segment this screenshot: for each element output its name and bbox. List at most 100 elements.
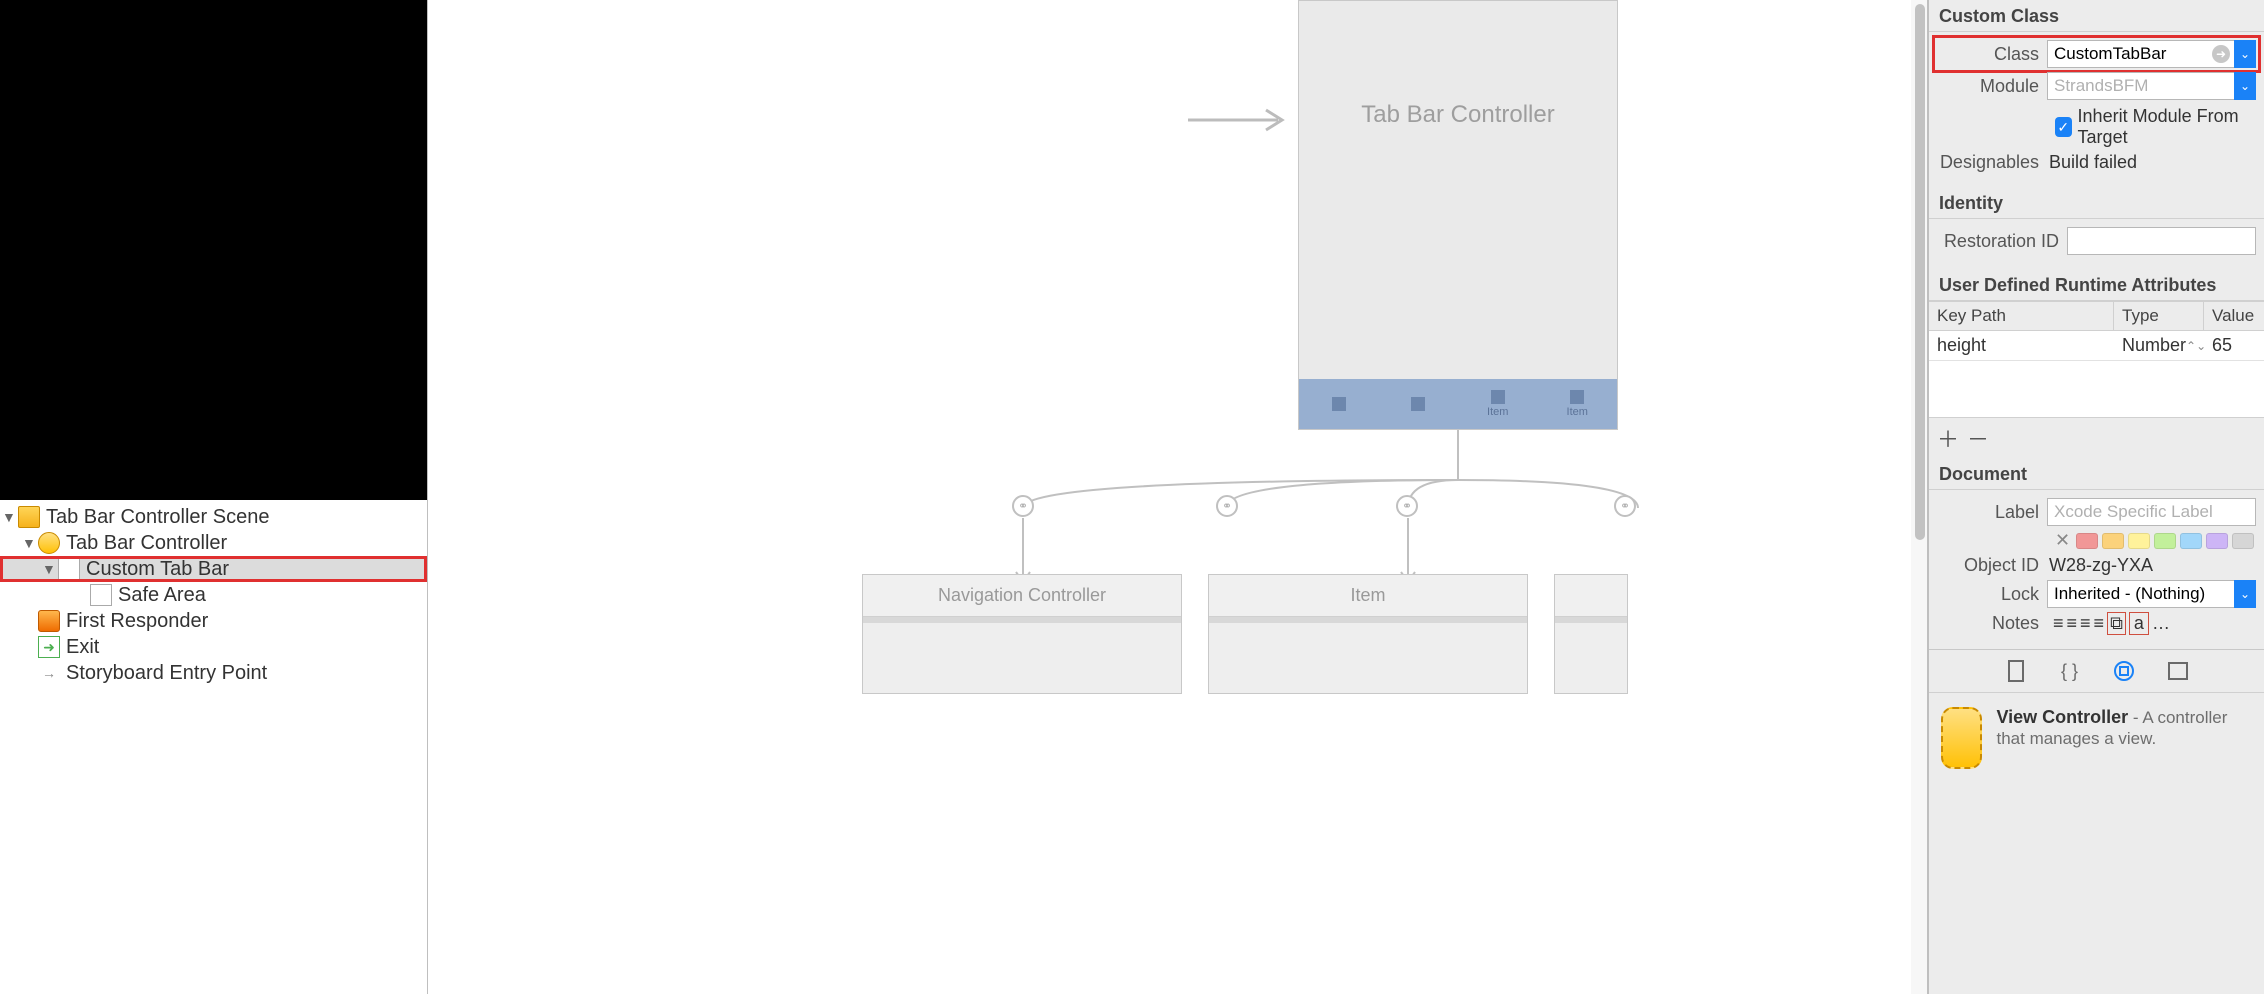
view-controller-icon: [1941, 707, 1982, 769]
module-input[interactable]: [2047, 72, 2256, 100]
child-controller-card[interactable]: Item: [1208, 574, 1528, 694]
scroll-thumb[interactable]: [1915, 4, 1925, 540]
scene-icon: [18, 506, 40, 528]
clear-icon[interactable]: ➜: [2212, 45, 2230, 63]
identity-inspector: Custom Class Class ➜ ⌄ Module ⌄ ✓ Inheri…: [1928, 0, 2264, 994]
tree-row-label: Custom Tab Bar: [86, 558, 229, 581]
label-color-chip[interactable]: [2180, 533, 2202, 549]
doc-label-label: Label: [1937, 502, 2047, 523]
safearea-icon: [90, 584, 112, 606]
restoration-id-input[interactable]: [2067, 227, 2256, 255]
label-color-chip[interactable]: [2128, 533, 2150, 549]
tree-row-label: Safe Area: [118, 584, 206, 607]
child-controller-card[interactable]: [1554, 574, 1628, 694]
image-icon[interactable]: ⧉: [2107, 612, 2126, 635]
label-color-chips: [2074, 533, 2256, 549]
canvas-scrollbar[interactable]: [1911, 0, 1927, 994]
restoration-id-label: Restoration ID: [1937, 231, 2067, 252]
font-icon[interactable]: a: [2129, 612, 2149, 635]
segue-node[interactable]: ⚭: [1012, 495, 1034, 517]
tree-row[interactable]: ▼ Tab Bar Controller: [0, 530, 427, 556]
doc-label-input[interactable]: [2047, 498, 2256, 526]
tab-bar-item[interactable]: [1379, 379, 1459, 429]
first-responder-icon: [38, 610, 60, 632]
card-title: Item: [1209, 575, 1527, 617]
tree-row-label: Storyboard Entry Point: [66, 662, 267, 685]
entry-arrow-icon: →: [38, 662, 60, 684]
add-attr-button[interactable]: ＋: [1937, 422, 1959, 454]
tab-item-icon: [1491, 390, 1505, 404]
segue-node[interactable]: ⚭: [1216, 495, 1238, 517]
tab-bar-item[interactable]: [1299, 379, 1379, 429]
library-item[interactable]: View Controller - A controller that mana…: [1929, 692, 2264, 783]
attr-type[interactable]: Number: [2122, 335, 2186, 356]
remove-attr-button[interactable]: －: [1967, 422, 1989, 454]
runtime-attr-row[interactable]: height Number⌃⌄ 65: [1929, 331, 2264, 361]
attr-value[interactable]: 65: [2204, 331, 2264, 360]
label-color-chip[interactable]: [2206, 533, 2228, 549]
tree-row[interactable]: ▼ Custom Tab Bar: [0, 556, 427, 582]
tree-row[interactable]: Safe Area: [0, 582, 427, 608]
label-color-chip[interactable]: [2232, 533, 2254, 549]
runtime-attrs-header: Key Path Type Value: [1929, 301, 2264, 331]
inherit-module-checkbox[interactable]: ✓: [2055, 117, 2072, 137]
notes-label: Notes: [1937, 613, 2047, 634]
exit-icon: ➜: [38, 636, 60, 658]
tab-item-label: Item: [1487, 406, 1508, 418]
object-id-label: Object ID: [1937, 555, 2047, 576]
designables-label: Designables: [1937, 152, 2047, 173]
more-icon[interactable]: …: [2152, 613, 2170, 634]
align-center-icon[interactable]: ≡: [2067, 613, 2078, 634]
storyboard-canvas[interactable]: Tab Bar Controller ItemItem ⚭ ⚭ ⚭ ⚭ Navi…: [428, 0, 1928, 994]
label-color-chip[interactable]: [2154, 533, 2176, 549]
label-color-chip[interactable]: [2102, 533, 2124, 549]
preview-pane: [0, 0, 427, 500]
label-color-chip[interactable]: [2076, 533, 2098, 549]
attr-keypath[interactable]: height: [1929, 331, 2114, 360]
media-library-tab[interactable]: [2165, 658, 2191, 684]
tab-bar-item[interactable]: Item: [1538, 379, 1618, 429]
section-document: Document: [1929, 458, 2264, 490]
align-left-icon[interactable]: ≡: [2053, 613, 2064, 634]
align-justify-icon[interactable]: ≡: [2094, 613, 2105, 634]
segue-node[interactable]: ⚭: [1396, 495, 1418, 517]
disclosure-triangle-icon[interactable]: ▼: [2, 509, 16, 525]
tree-row[interactable]: First Responder: [0, 608, 427, 634]
tabbar-controller-scene[interactable]: Tab Bar Controller ItemItem: [1298, 0, 1618, 430]
lock-select[interactable]: [2047, 580, 2256, 608]
tabbar-controller-icon: [38, 532, 60, 554]
tree-row[interactable]: → Storyboard Entry Point: [0, 660, 427, 686]
section-identity: Identity: [1929, 187, 2264, 219]
class-field-row: Class ➜ ⌄: [1937, 40, 2256, 68]
tab-item-label: Item: [1567, 406, 1588, 418]
disclosure-triangle-icon[interactable]: ▼: [22, 535, 36, 551]
tree-row-label: First Responder: [66, 610, 208, 633]
file-template-tab[interactable]: [2003, 658, 2029, 684]
notes-toolbar[interactable]: ≡ ≡ ≡ ≡ ⧉ a …: [2047, 612, 2256, 635]
scene-tree[interactable]: ▼Tab Bar Controller Scene▼Tab Bar Contro…: [0, 500, 427, 994]
align-right-icon[interactable]: ≡: [2080, 613, 2091, 634]
child-controller-card[interactable]: Navigation Controller: [862, 574, 1182, 694]
disclosure-triangle-icon[interactable]: ▼: [42, 561, 56, 577]
object-library-tab[interactable]: [2111, 658, 2137, 684]
module-dropdown-arrow[interactable]: ⌄: [2234, 72, 2256, 100]
lock-label: Lock: [1937, 584, 2047, 605]
entry-arrow-icon: [1188, 100, 1298, 140]
card-title: Navigation Controller: [863, 575, 1181, 617]
tab-bar-item[interactable]: Item: [1458, 379, 1538, 429]
object-id-value: W28-zg-YXA: [2047, 555, 2153, 576]
section-runtime-attrs: User Defined Runtime Attributes: [1929, 269, 2264, 301]
tab-item-icon: [1411, 397, 1425, 411]
module-label: Module: [1937, 76, 2047, 97]
code-snippet-tab[interactable]: { }: [2057, 658, 2083, 684]
tree-row-label: Tab Bar Controller: [66, 532, 227, 555]
tree-row[interactable]: ▼Tab Bar Controller Scene: [0, 504, 427, 530]
tab-bar[interactable]: Item Item: [1299, 379, 1617, 429]
segue-node[interactable]: ⚭: [1614, 495, 1636, 517]
lock-dropdown-arrow[interactable]: ⌄: [2234, 580, 2256, 608]
class-dropdown-arrow[interactable]: ⌄: [2234, 40, 2256, 68]
tree-row[interactable]: ➜Exit: [0, 634, 427, 660]
section-custom-class: Custom Class: [1929, 0, 2264, 32]
document-outline: ▼Tab Bar Controller Scene▼Tab Bar Contro…: [0, 0, 428, 994]
clear-color-icon[interactable]: ✕: [2055, 530, 2070, 551]
